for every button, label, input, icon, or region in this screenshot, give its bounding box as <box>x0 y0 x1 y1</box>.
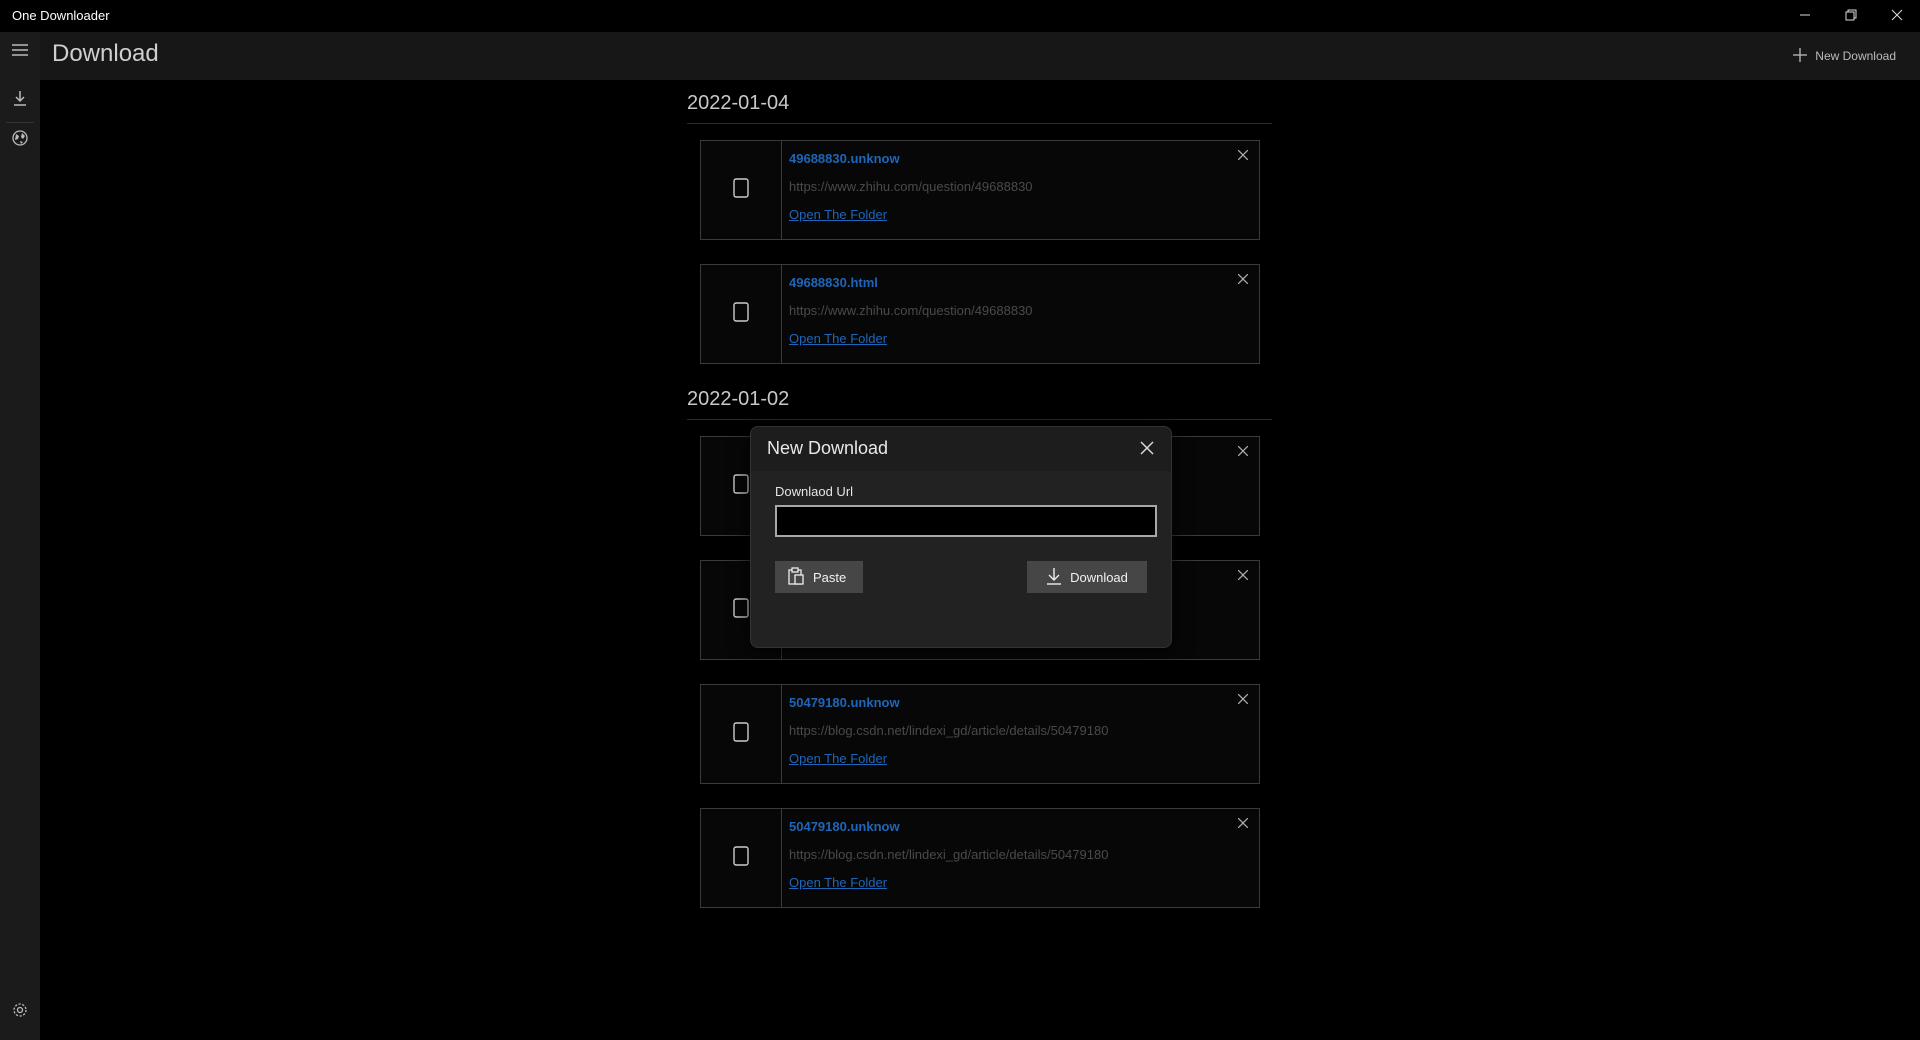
remove-item-button[interactable] <box>1233 269 1253 289</box>
close-icon <box>1237 567 1249 583</box>
download-item: 49688830.unknow https://www.zhihu.com/qu… <box>700 140 1260 240</box>
download-icon <box>12 90 28 111</box>
remove-item-button[interactable] <box>1233 813 1253 833</box>
close-window-button[interactable] <box>1874 0 1920 32</box>
remove-item-button[interactable] <box>1233 145 1253 165</box>
download-button[interactable]: Download <box>1027 561 1147 593</box>
sidebar-item-web[interactable] <box>0 120 40 160</box>
download-icon <box>1046 567 1062 588</box>
menu-icon <box>12 43 28 62</box>
restore-icon <box>1845 8 1857 24</box>
file-name[interactable]: 49688830.html <box>789 275 878 290</box>
file-icon <box>733 597 749 623</box>
close-icon <box>1237 443 1249 459</box>
open-folder-link[interactable]: Open The Folder <box>789 751 887 766</box>
file-name[interactable]: 49688830.unknow <box>789 151 900 166</box>
clipboard-icon <box>787 566 805 588</box>
download-url-input[interactable] <box>775 505 1157 537</box>
minimize-button[interactable] <box>1782 0 1828 32</box>
file-icon <box>733 177 749 203</box>
maximize-button[interactable] <box>1828 0 1874 32</box>
download-label: Download <box>1070 569 1128 585</box>
download-url-label: Downlaod Url <box>775 484 854 499</box>
file-icon-cell <box>701 809 782 907</box>
date-group: 2022-01-02 <box>687 376 1272 420</box>
file-icon <box>733 721 749 747</box>
remove-item-button[interactable] <box>1233 689 1253 709</box>
sidebar-item-download[interactable] <box>0 80 40 120</box>
close-icon <box>1237 271 1249 287</box>
file-icon <box>733 301 749 327</box>
date-heading: 2022-01-04 <box>687 80 1272 124</box>
close-icon <box>1140 439 1154 460</box>
file-url: https://www.zhihu.com/question/49688830 <box>789 303 1033 318</box>
close-icon <box>1237 691 1249 707</box>
date-heading: 2022-01-02 <box>687 376 1272 420</box>
download-item: 50479180.unknow https://blog.csdn.net/li… <box>700 808 1260 908</box>
menu-button[interactable] <box>0 32 40 72</box>
new-download-dialog: New Download Downlaod Url Paste Download <box>750 426 1172 648</box>
download-item: 50479180.unknow https://blog.csdn.net/li… <box>700 684 1260 784</box>
title-bar: One Downloader <box>0 0 1920 32</box>
file-url: https://blog.csdn.net/lindexi_gd/article… <box>789 723 1109 738</box>
file-name[interactable]: 50479180.unknow <box>789 819 900 834</box>
new-download-label: New Download <box>1815 49 1896 63</box>
settings-button[interactable] <box>0 992 40 1032</box>
file-url: https://www.zhihu.com/question/49688830 <box>789 179 1033 194</box>
page-header: Download New Download <box>40 32 1920 80</box>
file-name[interactable]: 50479180.unknow <box>789 695 900 710</box>
close-icon <box>1237 815 1249 831</box>
minimize-icon <box>1799 8 1811 24</box>
download-item: 49688830.html https://www.zhihu.com/ques… <box>700 264 1260 364</box>
gear-icon <box>12 1002 28 1023</box>
date-group: 2022-01-04 <box>687 80 1272 124</box>
remove-item-button[interactable] <box>1233 441 1253 461</box>
sidebar <box>0 32 40 1040</box>
file-url: https://blog.csdn.net/lindexi_gd/article… <box>789 847 1109 862</box>
file-icon-cell <box>701 685 782 783</box>
dialog-close-button[interactable] <box>1135 437 1159 461</box>
file-icon <box>733 473 749 499</box>
file-icon-cell <box>701 141 782 239</box>
new-download-button[interactable]: New Download <box>1793 44 1896 68</box>
file-icon <box>733 845 749 871</box>
open-folder-link[interactable]: Open The Folder <box>789 207 887 222</box>
close-icon <box>1237 147 1249 163</box>
file-icon-cell <box>701 265 782 363</box>
paste-button[interactable]: Paste <box>775 561 863 593</box>
remove-item-button[interactable] <box>1233 565 1253 585</box>
page-title: Download <box>52 40 159 67</box>
dialog-title: New Download <box>767 438 889 458</box>
paste-label: Paste <box>813 569 847 585</box>
close-icon <box>1891 8 1903 24</box>
open-folder-link[interactable]: Open The Folder <box>789 331 887 346</box>
plus-icon <box>1793 47 1808 65</box>
dialog-header: New Download <box>751 427 1171 471</box>
globe-icon <box>12 129 28 151</box>
open-folder-link[interactable]: Open The Folder <box>789 875 887 890</box>
app-title: One Downloader <box>12 8 110 23</box>
